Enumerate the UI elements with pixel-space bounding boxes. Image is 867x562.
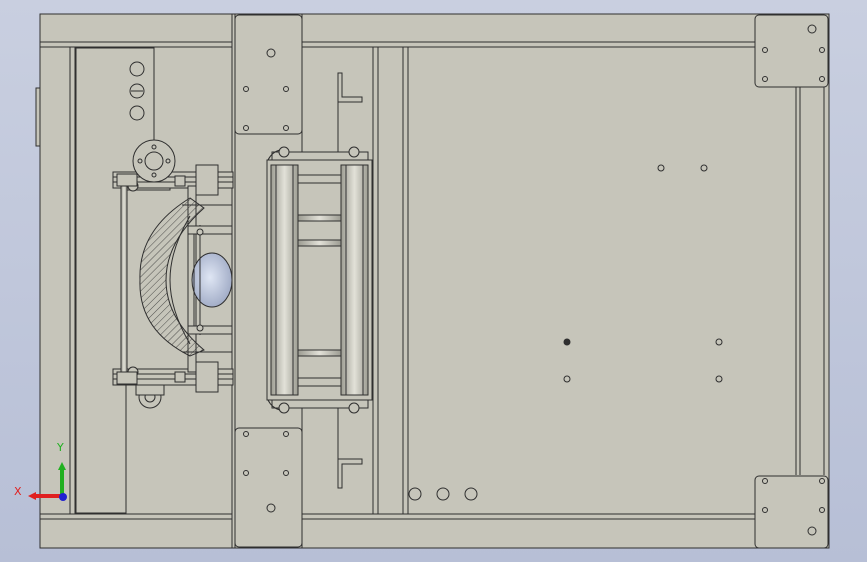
tie-rod-left [120, 185, 128, 373]
axis-y-label: Y [57, 441, 64, 454]
guide-rod-2 [297, 239, 342, 247]
assembly-drawing [28, 13, 830, 549]
triad-z-dot [59, 493, 67, 501]
lens [191, 252, 233, 308]
left-side-tab [35, 87, 41, 147]
roller-left [270, 164, 299, 396]
center-plate-bottom [234, 427, 303, 548]
roller-right [340, 164, 369, 396]
flange [132, 139, 176, 183]
center-plate-top [234, 14, 303, 135]
axis-x-label: X [14, 485, 22, 498]
guide-rod-1 [297, 214, 342, 222]
cad-viewport[interactable]: X Y [0, 0, 867, 562]
